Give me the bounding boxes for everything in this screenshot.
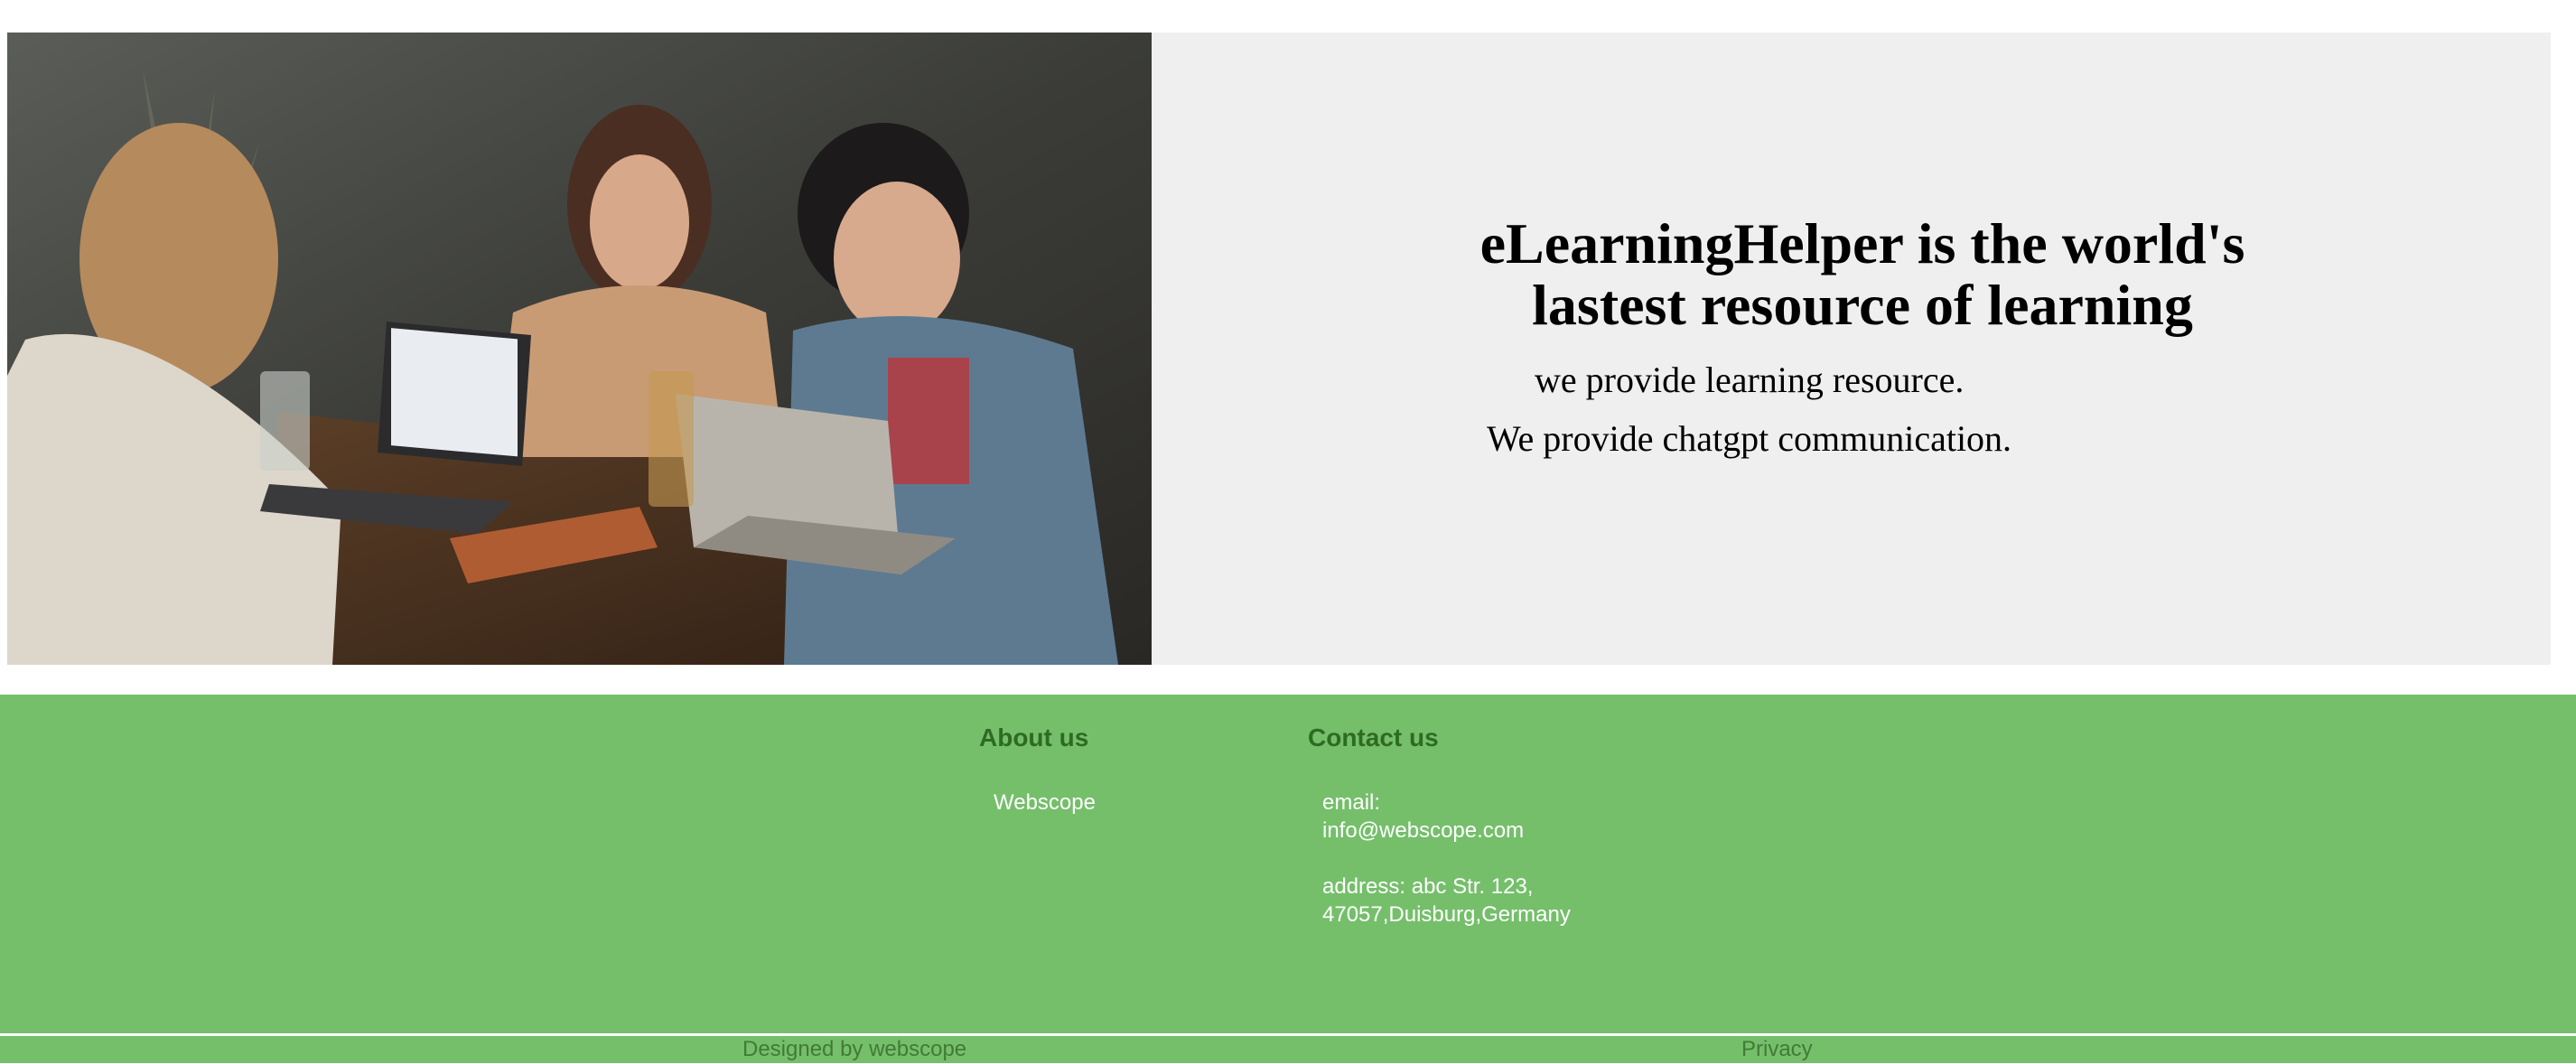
about-us-text: Webscope (994, 790, 1096, 815)
hero-photo-illustration (7, 33, 1152, 665)
designed-by-link[interactable]: Designed by webscope (742, 1036, 966, 1063)
footer: About us Webscope Contact us email: info… (0, 695, 2576, 1033)
hero-panel (1152, 33, 2551, 665)
footer-bottom-bar: Designed by webscope Privacy (0, 1036, 2576, 1063)
about-us-heading: About us (979, 723, 1089, 751)
contact-us-heading: Contact us (1308, 723, 1439, 751)
privacy-link[interactable]: Privacy (1741, 1036, 1813, 1063)
hero-title: eLearningHelper is the world's lastest r… (1479, 211, 2245, 337)
email-label: email: (1322, 790, 1381, 815)
hero-photo (7, 33, 1152, 665)
hero-tagline-chatgpt: We provide chatgpt communication. (1487, 418, 2012, 459)
footer-contact-column: Contact us email: info@webscope.com addr… (1308, 722, 1571, 929)
hero-tagline-learning: we provide learning resource. (1535, 359, 1965, 400)
address-line-2: 47057,Duisburg,Germany (1322, 902, 1571, 927)
address-line-1: address: abc Str. 123, (1322, 874, 1534, 899)
hero-section (7, 33, 2551, 665)
contact-spacer (1322, 845, 1571, 873)
contact-details: email: info@webscope.com address: abc St… (1322, 789, 1571, 929)
email-address[interactable]: info@webscope.com (1322, 817, 1571, 845)
footer-about-column: About us Webscope (979, 722, 1096, 817)
